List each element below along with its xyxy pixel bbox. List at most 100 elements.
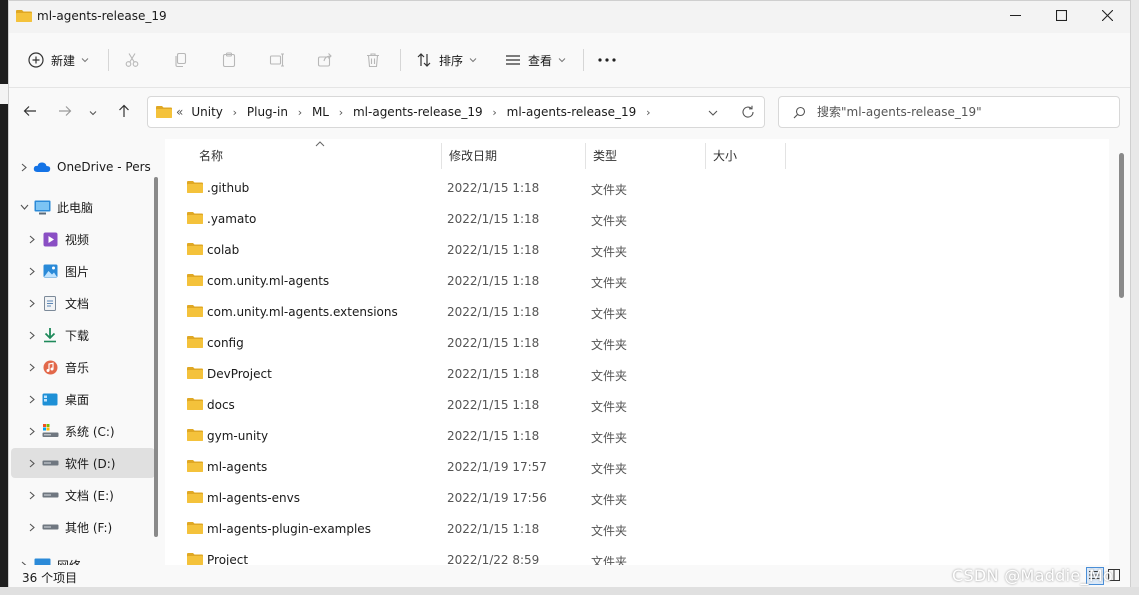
back-button[interactable] xyxy=(17,95,43,129)
delete-button[interactable] xyxy=(365,45,381,75)
chevron-right-icon[interactable] xyxy=(23,427,41,436)
file-name: ml-agents-envs xyxy=(207,491,300,505)
command-bar: 新建 排序 查看 xyxy=(9,33,1130,88)
chevron-right-icon[interactable] xyxy=(23,459,41,468)
column-header-label: 修改日期 xyxy=(449,148,498,163)
chevron-right-icon[interactable] xyxy=(23,523,41,532)
sort-button[interactable]: 排序 xyxy=(416,45,477,75)
cut-button[interactable] xyxy=(124,45,140,75)
table-row[interactable]: docs 2022/1/15 1:18 文件夹 xyxy=(185,390,1085,421)
breadcrumb-current[interactable]: ml-agents-release_19 xyxy=(507,105,637,119)
breadcrumb-ml-agents-release[interactable]: ml-agents-release_19 xyxy=(353,105,483,119)
chevron-right-icon[interactable] xyxy=(23,331,41,340)
paste-icon xyxy=(221,52,237,68)
sidebar-item-label: 文档 (E:) xyxy=(65,488,114,503)
maximize-button[interactable] xyxy=(1038,1,1084,33)
table-row[interactable]: colab 2022/1/15 1:18 文件夹 xyxy=(185,235,1085,266)
table-row[interactable]: .yamato 2022/1/15 1:18 文件夹 xyxy=(185,204,1085,235)
file-name: colab xyxy=(207,243,240,257)
sidebar-item-onedrive[interactable]: OneDrive - Pers xyxy=(15,152,151,182)
table-row[interactable]: config 2022/1/15 1:18 文件夹 xyxy=(185,328,1085,359)
view-list-icon xyxy=(505,52,521,68)
table-row[interactable]: ml-agents-envs 2022/1/19 17:56 文件夹 xyxy=(185,483,1085,514)
chevron-right-icon[interactable]: › xyxy=(483,106,507,119)
table-row[interactable]: .github 2022/1/15 1:18 文件夹 xyxy=(185,173,1085,204)
sidebar-item-pictures[interactable]: 图片 xyxy=(23,256,89,286)
sidebar-item-videos[interactable]: 视频 xyxy=(23,224,89,254)
chevron-down-icon[interactable] xyxy=(15,204,33,210)
breadcrumb-overflow[interactable]: « xyxy=(176,105,183,119)
search-box[interactable] xyxy=(778,96,1120,128)
file-date: 2022/1/19 17:57 xyxy=(447,460,547,474)
up-button[interactable] xyxy=(111,95,137,129)
maximize-icon xyxy=(1055,9,1067,24)
chevron-down-icon xyxy=(81,57,89,63)
chevron-right-icon[interactable] xyxy=(23,395,41,404)
picture-icon xyxy=(41,263,59,279)
table-row[interactable]: DevProject 2022/1/15 1:18 文件夹 xyxy=(185,359,1085,390)
copy-button[interactable] xyxy=(173,45,189,75)
table-row[interactable]: ml-agents-plugin-examples 2022/1/15 1:18 文… xyxy=(185,514,1085,545)
close-button[interactable] xyxy=(1084,1,1130,33)
chevron-right-icon[interactable]: › xyxy=(223,106,247,119)
sidebar-item-drive-d[interactable]: 软件 (D:) xyxy=(11,448,155,478)
chevron-right-icon[interactable] xyxy=(23,267,41,276)
sidebar-item-label: 下载 xyxy=(65,328,90,343)
file-type: 文件夹 xyxy=(591,462,628,476)
sidebar-item-desktop[interactable]: 桌面 xyxy=(23,384,89,414)
table-row[interactable]: gym-unity 2022/1/15 1:18 文件夹 xyxy=(185,421,1085,452)
chevron-right-icon[interactable]: › xyxy=(288,106,312,119)
sidebar-item-documents[interactable]: 文档 xyxy=(23,288,89,318)
new-button[interactable]: 新建 xyxy=(28,45,89,75)
cut-icon xyxy=(124,52,140,68)
minimize-button[interactable] xyxy=(992,1,1038,33)
chevron-right-icon[interactable]: › xyxy=(636,106,660,119)
column-header-size[interactable]: 大小 xyxy=(705,139,785,171)
table-row[interactable]: ml-agents 2022/1/19 17:57 文件夹 xyxy=(185,452,1085,483)
sidebar-item-drive-f[interactable]: 其他 (F:) xyxy=(23,512,112,542)
sidebar-item-this-pc[interactable]: 此电脑 xyxy=(15,192,93,222)
title-bar[interactable]: ml-agents-release_19 xyxy=(9,1,1130,33)
breadcrumb-unity[interactable]: Unity xyxy=(191,105,223,119)
sidebar-item-music[interactable]: 音乐 xyxy=(23,352,89,382)
file-name: DevProject xyxy=(207,367,272,381)
sidebar-item-network[interactable]: 网络 xyxy=(15,550,81,565)
chevron-right-icon[interactable] xyxy=(23,299,41,308)
view-button[interactable]: 查看 xyxy=(505,45,566,75)
table-row[interactable]: Project 2022/1/22 8:59 文件夹 xyxy=(185,545,1085,565)
chevron-right-icon[interactable] xyxy=(23,363,41,372)
chevron-right-icon[interactable]: › xyxy=(329,106,353,119)
more-button[interactable] xyxy=(598,45,616,75)
sidebar-item-label: 桌面 xyxy=(65,392,90,407)
column-divider[interactable] xyxy=(785,143,786,169)
table-row[interactable]: com.unity.ml-agents.extensions 2022/1/15 … xyxy=(185,297,1085,328)
sidebar-item-drive-e[interactable]: 文档 (E:) xyxy=(23,480,114,510)
sidebar-item-drive-c[interactable]: 系统 (C:) xyxy=(23,416,115,446)
view-button-label: 查看 xyxy=(528,53,553,68)
search-input[interactable] xyxy=(817,102,1107,122)
refresh-icon[interactable] xyxy=(741,105,755,122)
paste-button[interactable] xyxy=(221,45,237,75)
sidebar-item-downloads[interactable]: 下载 xyxy=(23,320,89,350)
address-history-chevron-down-icon[interactable] xyxy=(708,106,718,120)
navigation-scrollbar[interactable] xyxy=(154,177,158,537)
address-bar[interactable]: « Unity › Plug-in › ML › ml-agents-relea… xyxy=(147,96,765,128)
column-header-date[interactable]: 修改日期 xyxy=(441,139,585,171)
breadcrumb-ml[interactable]: ML xyxy=(312,105,329,119)
rename-button[interactable] xyxy=(269,45,285,75)
search-icon xyxy=(793,106,806,122)
chevron-right-icon[interactable] xyxy=(15,163,33,172)
table-row[interactable]: com.unity.ml-agents 2022/1/15 1:18 文件夹 xyxy=(185,266,1085,297)
recent-locations-button[interactable] xyxy=(83,95,103,129)
column-header-type[interactable]: 类型 xyxy=(585,139,705,171)
file-list-scrollbar[interactable] xyxy=(1119,153,1124,298)
column-header-label: 类型 xyxy=(593,148,618,163)
forward-button[interactable] xyxy=(52,95,78,129)
chevron-right-icon[interactable] xyxy=(23,235,41,244)
column-header-name[interactable]: 名称 xyxy=(191,139,441,171)
drive-icon xyxy=(41,487,59,503)
share-button[interactable] xyxy=(317,45,333,75)
breadcrumb-plug-in[interactable]: Plug-in xyxy=(247,105,288,119)
chevron-right-icon[interactable] xyxy=(23,491,41,500)
file-type: 文件夹 xyxy=(591,183,628,197)
